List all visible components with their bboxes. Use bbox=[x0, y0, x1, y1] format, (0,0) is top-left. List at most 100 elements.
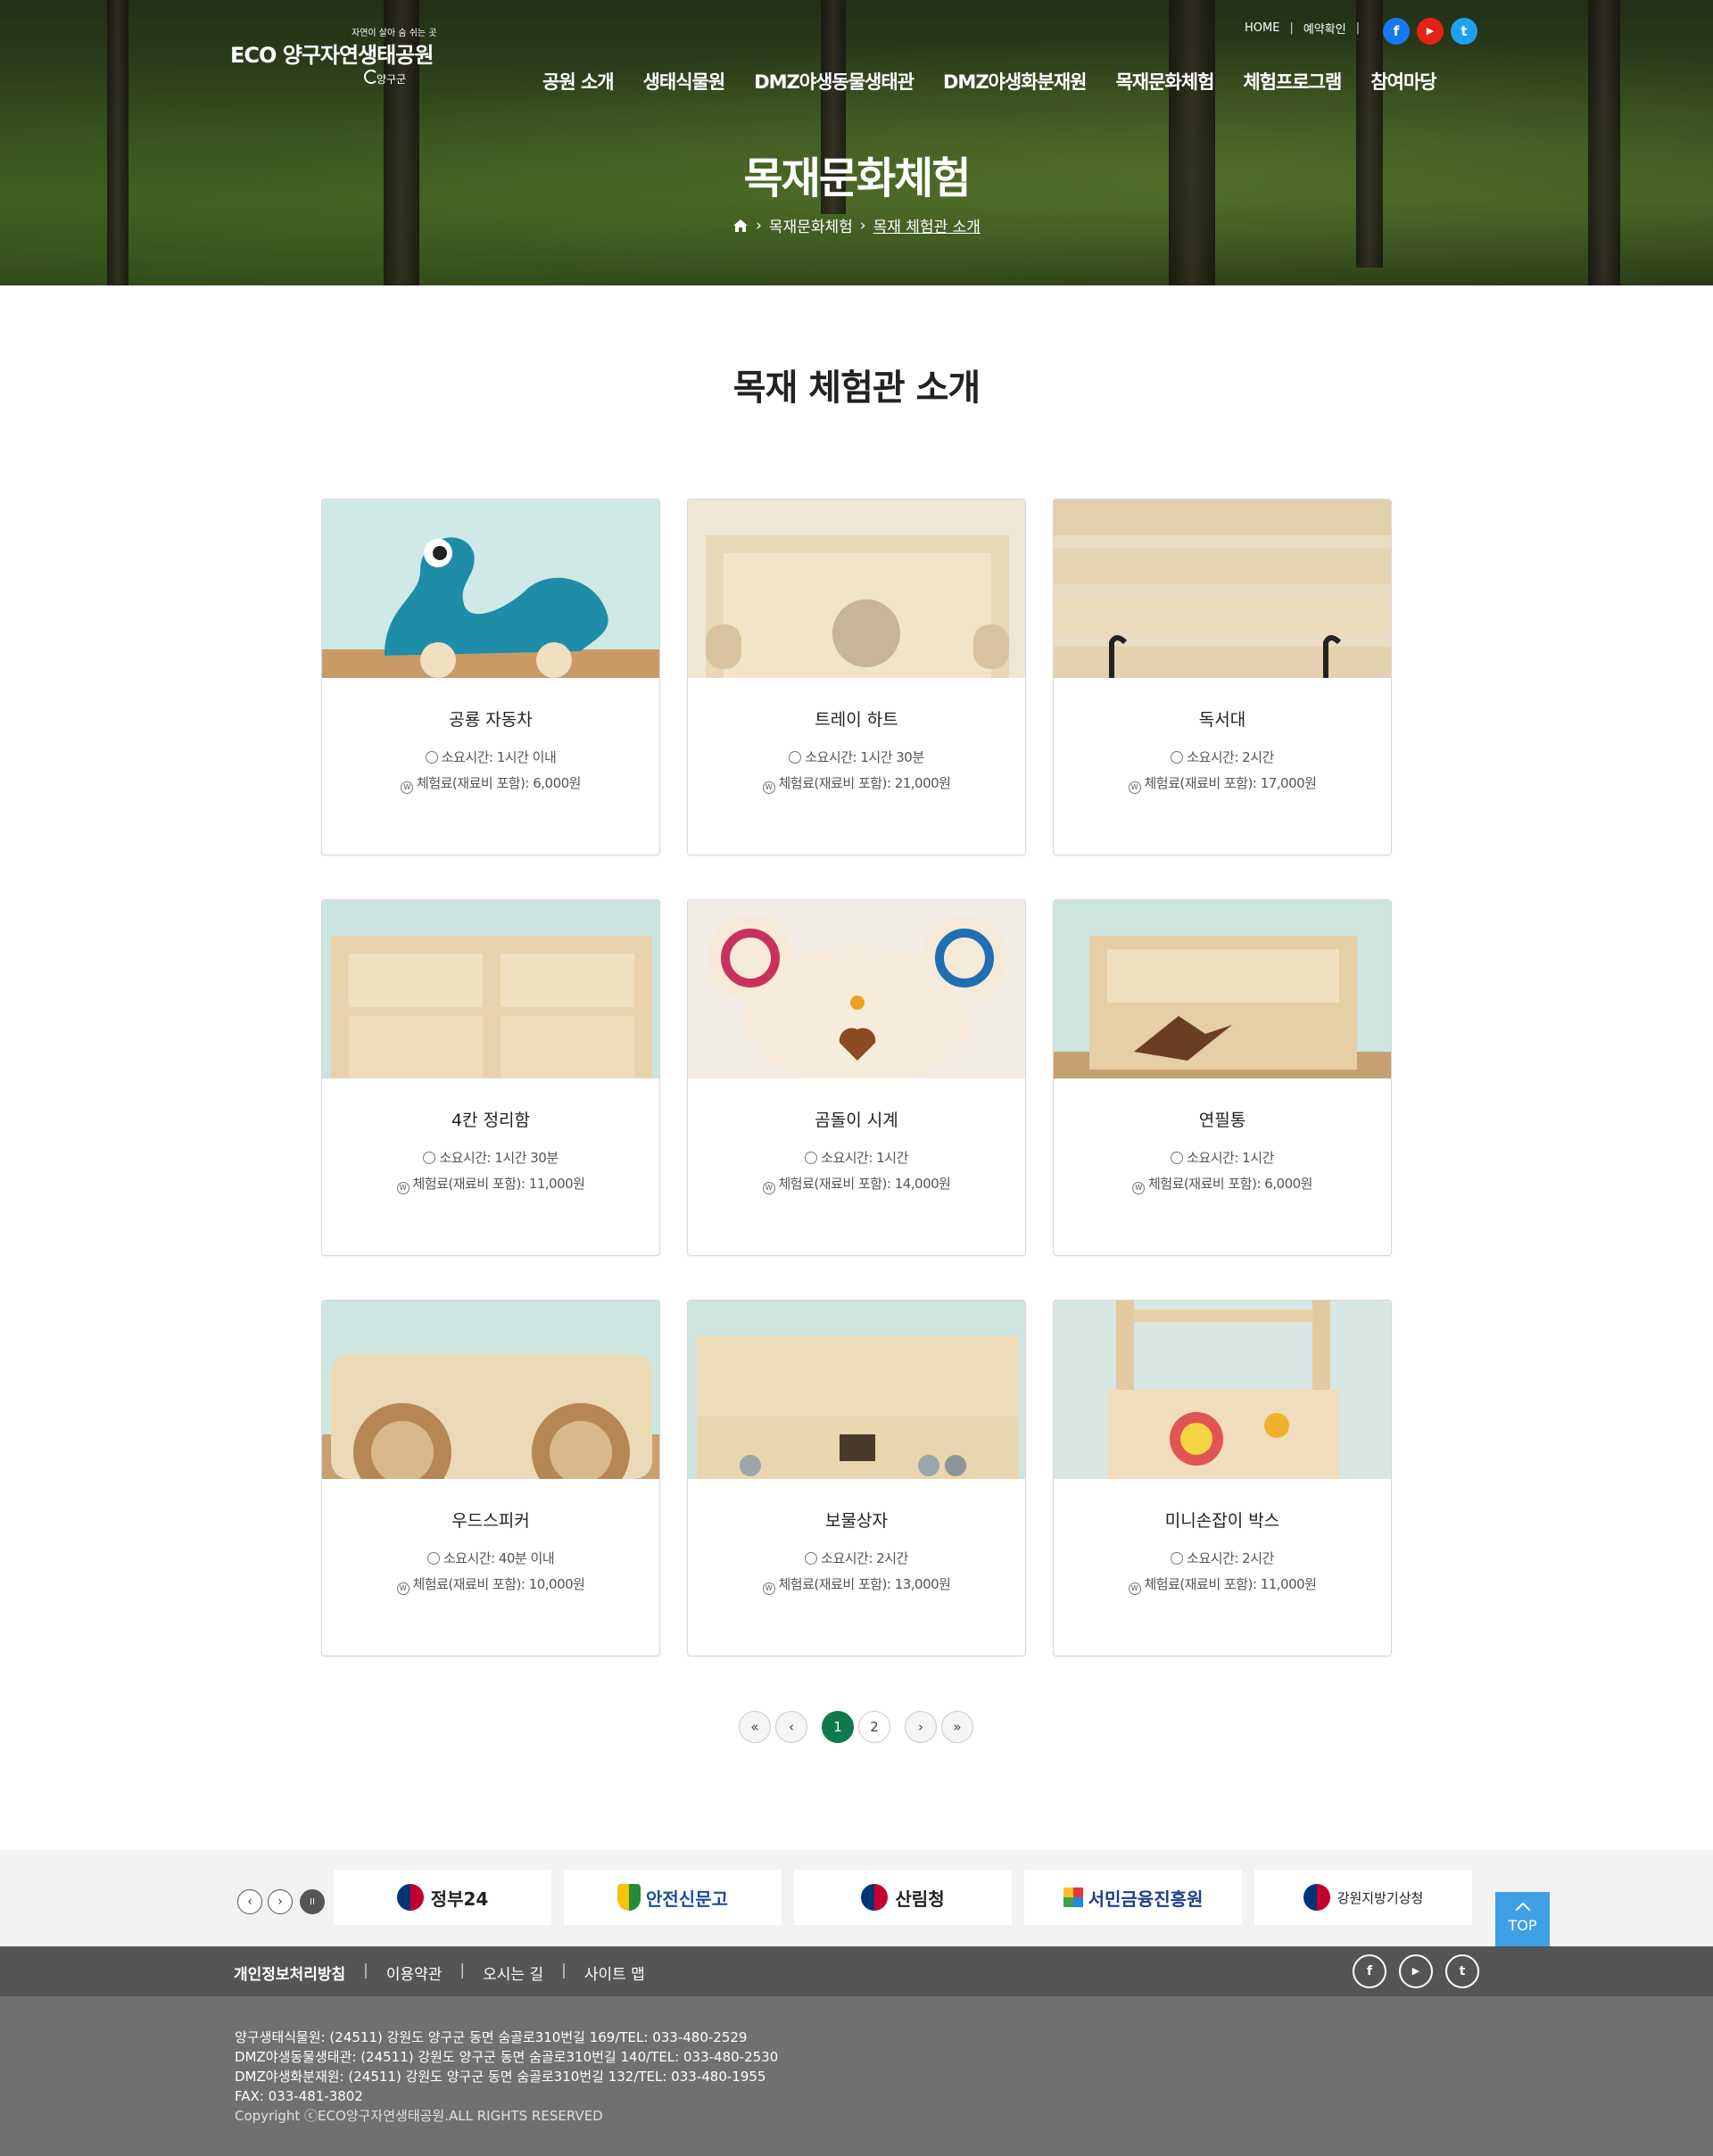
first-page-button[interactable]: « bbox=[739, 1711, 771, 1743]
page-1-button[interactable]: 1 bbox=[822, 1711, 854, 1743]
address-dmz-wildflower: DMZ야생화분재원: (24511) 강원도 양구군 동면 숨골로310번길 1… bbox=[235, 2069, 766, 2085]
section-title: 목재 체험관 소개 bbox=[732, 368, 981, 409]
card-title: 곰돌이 시계 bbox=[815, 1111, 898, 1130]
clock-icon bbox=[789, 751, 802, 764]
card-duration: 소요시간: 2시간 bbox=[1054, 748, 1391, 766]
clock-icon bbox=[1171, 1152, 1184, 1164]
card-duration: 소요시간: 40분 이내 bbox=[322, 1549, 659, 1567]
card-price: W 체험료(재료비 포함): 10,000원 bbox=[322, 1574, 659, 1595]
breadcrumb-current[interactable]: 목재 체험관 소개 bbox=[873, 214, 981, 236]
card-price: W 체험료(재료비 포함): 13,000원 bbox=[688, 1574, 1025, 1595]
nav-park-intro[interactable]: 공원 소개 bbox=[542, 68, 615, 95]
kinfa-logo-icon bbox=[1063, 1888, 1083, 1907]
banner-safety-report[interactable]: 안전신문고 bbox=[564, 1870, 782, 1925]
privacy-policy-link[interactable]: 개인정보처리방침 bbox=[234, 1962, 345, 1984]
card-title: 트레이 하트 bbox=[815, 710, 898, 730]
mini-handle-box-photo bbox=[1054, 1301, 1391, 1479]
program-card[interactable]: 공룡 자동차 소요시간: 1시간 이내 W 체험료(재료비 포함): 6,000원 bbox=[321, 499, 660, 855]
nav-programs[interactable]: 체험프로그램 bbox=[1243, 68, 1342, 95]
won-icon: W bbox=[1132, 1182, 1146, 1194]
nav-eco-garden[interactable]: 생태식물원 bbox=[643, 68, 726, 95]
banner-prev-button[interactable]: ‹ bbox=[237, 1889, 262, 1914]
banner-forest-service[interactable]: 산림청 bbox=[794, 1870, 1012, 1925]
nav-dmz-wildflower[interactable]: DMZ야생화분재원 bbox=[943, 68, 1087, 95]
card-price: W 체험료(재료비 포함): 11,000원 bbox=[322, 1174, 659, 1194]
program-card[interactable]: 4칸 정리함 소요시간: 1시간 30분 W 체험료(재료비 포함): 11,00… bbox=[321, 899, 660, 1256]
utility-links: HOME | 예약확인 | bbox=[1245, 20, 1361, 37]
prev-page-button[interactable]: ‹ bbox=[775, 1711, 807, 1743]
last-page-button[interactable]: » bbox=[941, 1711, 973, 1743]
program-card[interactable]: 우드스피커 소요시간: 40분 이내 W 체험료(재료비 포함): 10,000원 bbox=[321, 1300, 660, 1656]
shield-icon bbox=[617, 1884, 641, 1911]
pagination: « ‹ 1 2 › » bbox=[739, 1711, 978, 1743]
organizer-box-photo bbox=[322, 900, 659, 1078]
clock-icon bbox=[1171, 751, 1184, 764]
program-card[interactable]: 트레이 하트 소요시간: 1시간 30분 W 체험료(재료비 포함): 21,00… bbox=[687, 499, 1026, 855]
program-card[interactable]: 곰돌이 시계 소요시간: 1시간 W 체험료(재료비 포함): 14,000원 bbox=[687, 899, 1026, 1256]
youtube-icon[interactable]: ▶ bbox=[1399, 1954, 1433, 1988]
won-icon: W bbox=[762, 781, 775, 794]
won-icon: W bbox=[762, 1582, 775, 1595]
facebook-icon[interactable]: f bbox=[1383, 18, 1410, 45]
facebook-icon[interactable]: f bbox=[1353, 1954, 1386, 1988]
nav-dmz-wildlife[interactable]: DMZ야생동물생태관 bbox=[754, 68, 914, 95]
home-link[interactable]: HOME bbox=[1245, 21, 1279, 35]
scroll-top-button[interactable]: TOP bbox=[1495, 1892, 1550, 1946]
card-price: W 체험료(재료비 포함): 6,000원 bbox=[322, 773, 659, 794]
clock-icon bbox=[805, 1152, 818, 1164]
chevron-right-icon: › bbox=[756, 216, 762, 235]
breadcrumb-item[interactable]: 목재문화체험 bbox=[769, 214, 853, 236]
youtube-icon[interactable]: ▶ bbox=[1417, 18, 1444, 45]
logo-tagline: 자연이 살아 숨 쉬는 곳 bbox=[352, 29, 437, 38]
pencil-case-photo bbox=[1054, 900, 1391, 1078]
program-card[interactable]: 미니손잡이 박스 소요시간: 2시간 W 체험료(재료비 포함): 11,000원 bbox=[1053, 1300, 1392, 1656]
program-card[interactable]: 독서대 소요시간: 2시간 W 체험료(재료비 포함): 17,000원 bbox=[1053, 499, 1392, 855]
program-card[interactable]: 보물상자 소요시간: 2시간 W 체험료(재료비 포함): 13,000원 bbox=[687, 1300, 1026, 1656]
twitter-icon[interactable]: t bbox=[1451, 18, 1477, 45]
taegeuk-icon bbox=[861, 1884, 889, 1911]
footer-nav: 개인정보처리방침 | 이용약관 | 오시는 길 | 사이트 맵 f ▶ t bbox=[0, 1946, 1713, 1996]
banner-pause-button[interactable]: II bbox=[300, 1889, 325, 1914]
heart-tray-photo bbox=[688, 500, 1025, 678]
nav-community[interactable]: 참여마당 bbox=[1370, 68, 1436, 95]
program-card[interactable]: 연필통 소요시간: 1시간 W 체험료(재료비 포함): 6,000원 bbox=[1053, 899, 1392, 1256]
card-title: 우드스피커 bbox=[451, 1511, 530, 1531]
taegeuk-icon bbox=[1303, 1884, 1330, 1911]
banner-kinfa[interactable]: 서민금융진흥원 bbox=[1024, 1870, 1242, 1925]
nav-wood-culture[interactable]: 목재문화체험 bbox=[1115, 68, 1214, 95]
fax-number: FAX: 033-481-3802 bbox=[235, 2088, 363, 2104]
banner-next-button[interactable]: › bbox=[268, 1889, 293, 1914]
twitter-icon[interactable]: t bbox=[1445, 1954, 1479, 1988]
page-title: 목재문화체험 bbox=[743, 153, 972, 203]
clock-icon bbox=[426, 1552, 440, 1565]
card-price: W 체험료(재료비 포함): 14,000원 bbox=[688, 1174, 1025, 1194]
address-dmz-wildlife: DMZ야생동물생태관: (24511) 강원도 양구군 동면 숨골로310번길 … bbox=[235, 2049, 779, 2065]
reservation-check-link[interactable]: 예약확인 bbox=[1303, 20, 1346, 37]
hero-banner: 자연이 살아 숨 쉬는 곳 ECO 양구자연생태공원 양구군 HOME | 예약… bbox=[0, 0, 1713, 285]
next-page-button[interactable]: › bbox=[905, 1711, 937, 1743]
family-site-banners: ‹ › II 정부24 안전신문고 산림청 서민금융진흥원 강원지방기상청 bbox=[0, 1850, 1713, 1946]
home-icon[interactable] bbox=[732, 219, 749, 233]
banner-gov24[interactable]: 정부24 bbox=[334, 1870, 551, 1925]
sitemap-link[interactable]: 사이트 맵 bbox=[584, 1962, 645, 1984]
address-eco-garden: 양구생태식물원: (24511) 강원도 양구군 동면 숨골로310번길 169… bbox=[235, 2029, 748, 2045]
bear-clock-photo bbox=[688, 900, 1025, 1078]
banner-weather-office[interactable]: 강원지방기상청 bbox=[1254, 1870, 1472, 1925]
card-title: 4칸 정리함 bbox=[451, 1111, 531, 1130]
terms-link[interactable]: 이용약관 bbox=[386, 1962, 443, 1984]
won-icon: W bbox=[401, 781, 414, 794]
won-icon: W bbox=[1128, 1582, 1141, 1595]
card-price: W 체험료(재료비 포함): 21,000원 bbox=[688, 773, 1025, 794]
won-icon: W bbox=[762, 1182, 775, 1194]
card-duration: 소요시간: 1시간 이내 bbox=[322, 748, 659, 766]
page-2-button[interactable]: 2 bbox=[858, 1711, 890, 1743]
card-duration: 소요시간: 1시간 bbox=[688, 1148, 1025, 1167]
won-icon: W bbox=[396, 1182, 410, 1194]
book-stand-photo bbox=[1054, 500, 1391, 678]
breadcrumb: › 목재문화체험 › 목재 체험관 소개 bbox=[0, 214, 1713, 236]
logo-name: ECO 양구자연생태공원 bbox=[230, 43, 434, 68]
taegeuk-icon bbox=[396, 1884, 424, 1911]
card-title: 공룡 자동차 bbox=[449, 710, 533, 730]
card-title: 미니손잡이 박스 bbox=[1164, 1511, 1280, 1531]
directions-link[interactable]: 오시는 길 bbox=[483, 1962, 543, 1984]
